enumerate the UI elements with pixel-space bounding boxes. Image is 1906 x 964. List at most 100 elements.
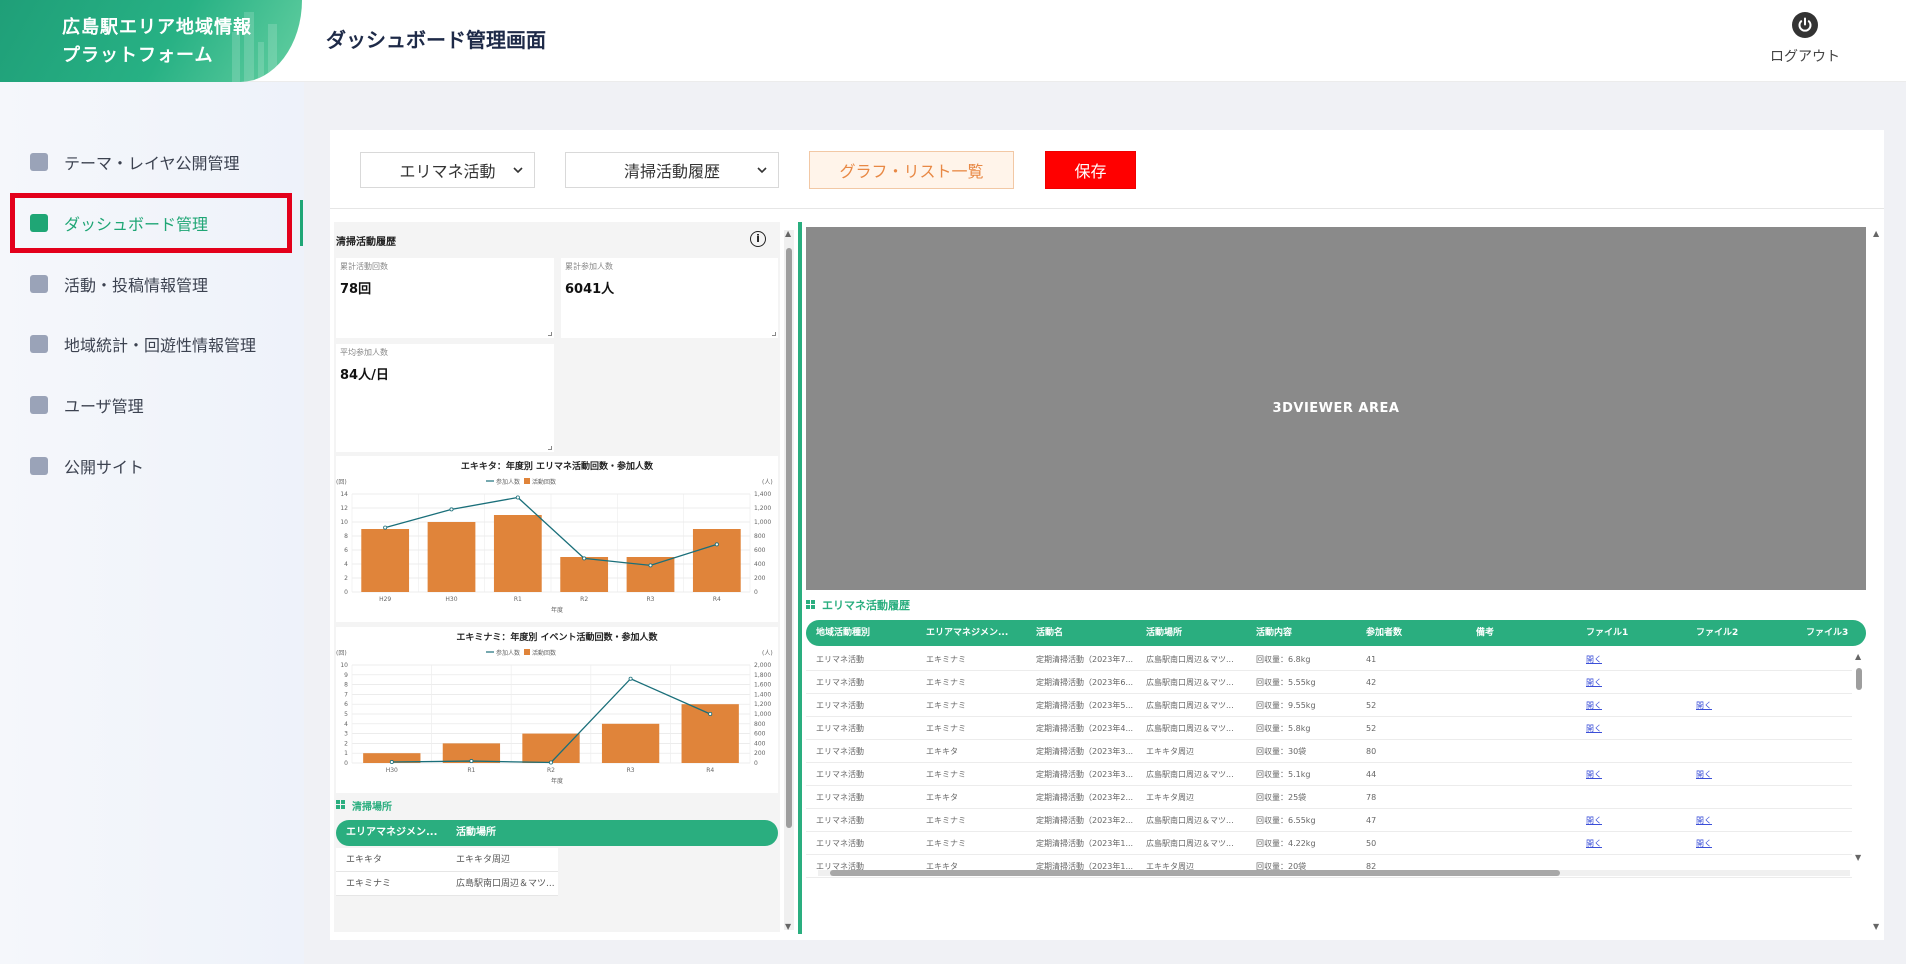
table-cell: 広島駅南口周辺＆マツ...	[1146, 678, 1234, 687]
open-file-link[interactable]: 開く	[1696, 763, 1712, 786]
left-scrollbar[interactable]	[784, 230, 794, 930]
table-cell: 広島駅南口周辺＆マツ...	[1146, 701, 1234, 710]
bar-R2	[522, 733, 580, 763]
open-file-link[interactable]: 開く	[1696, 694, 1712, 717]
open-file-link[interactable]: 開く	[1586, 694, 1602, 717]
open-file-link[interactable]: 開く	[1586, 763, 1602, 786]
column-header[interactable]: 活動場所	[1146, 620, 1182, 646]
scroll-thumb[interactable]	[830, 870, 1560, 876]
scroll-up-arrow[interactable]: ▲	[1873, 229, 1879, 238]
resize-handle[interactable]	[548, 446, 552, 450]
app-logo[interactable]: 広島駅エリア地域情報 プラットフォーム	[0, 0, 302, 82]
open-file-link[interactable]: 開く	[1586, 671, 1602, 694]
y-tick-label: 3	[344, 731, 348, 738]
table-row[interactable]: エリマネ活動 エキミナミ 定期清掃活動（2023年3... 広島駅南口周辺＆マツ...…	[806, 763, 1852, 786]
table-cell: 定期清掃活動（2023年3...	[1036, 770, 1134, 779]
table-cell: エリマネ活動	[816, 770, 864, 779]
table-row[interactable]: エリマネ活動 エキキタ 定期清掃活動（2023年2... エキキタ周辺 回収量：25袋 7…	[806, 786, 1852, 809]
open-file-link[interactable]: 開く	[1586, 648, 1602, 671]
column-header[interactable]: 活動内容	[1256, 620, 1292, 646]
table-row[interactable]: エリマネ活動 エキミナミ 定期清掃活動（2023年1... 広島駅南口周辺＆マツ...…	[806, 832, 1852, 855]
sidebar-item-activity[interactable]: 活動・投稿情報管理	[14, 258, 294, 310]
table-cell: 回収量：5.1kg	[1256, 770, 1311, 779]
table-row[interactable]: エキミナミ 広島駅南口周辺＆マツ...	[336, 872, 558, 896]
kpi-total-activities: 累計活動回数 78回	[336, 258, 554, 338]
column-header[interactable]: ファイル2	[1696, 620, 1738, 646]
table-cell: 定期清掃活動（2023年3...	[1036, 747, 1134, 756]
open-file-link[interactable]: 開く	[1586, 717, 1602, 740]
column-header[interactable]: エリアマネジメン...	[346, 820, 437, 846]
chart-ekiminami: エキミナミ：年度別 イベント活動回数・参加人数 参加人数 活動回数 (回) (人) 0 1 2…	[336, 627, 778, 793]
3d-viewer[interactable]: 3DVIEWER AREA	[806, 227, 1866, 590]
table-cell: エリマネ活動	[816, 793, 864, 802]
sidebar-item-dashboard[interactable]: ダッシュボード管理	[14, 197, 294, 249]
column-header[interactable]: 地域活動種別	[816, 620, 870, 646]
table-row[interactable]: エリマネ活動 エキミナミ 定期清掃活動（2023年6... 広島駅南口周辺＆マツ...…	[806, 671, 1852, 694]
table-cell: エリマネ活動	[816, 655, 864, 664]
table-cell: 50	[1366, 839, 1377, 848]
y-tick-label: 10	[340, 519, 348, 526]
column-header[interactable]: 備考	[1476, 620, 1494, 646]
chart-title: エキミナミ：年度別 イベント活動回数・参加人数	[456, 631, 658, 643]
point-R3	[648, 563, 653, 568]
column-header[interactable]: ファイル3	[1806, 620, 1848, 646]
scroll-down-arrow[interactable]: ▼	[785, 922, 791, 931]
open-file-link[interactable]: 開く	[1586, 832, 1602, 855]
column-header[interactable]: 活動場所	[456, 820, 496, 846]
sidebar-item-public-site[interactable]: 公開サイト	[14, 440, 294, 492]
scroll-thumb[interactable]	[1856, 668, 1862, 690]
column-header[interactable]: 活動名	[1036, 620, 1063, 646]
bar-H29	[361, 529, 410, 592]
column-header[interactable]: エリアマネジメン...	[926, 620, 1008, 646]
table-cell: 47	[1366, 816, 1377, 825]
point-R2	[582, 556, 587, 561]
legend-label: 参加人数	[496, 649, 520, 657]
column-divider[interactable]	[798, 222, 802, 934]
scroll-down-arrow[interactable]: ▼	[1855, 853, 1861, 862]
open-file-link[interactable]: 開く	[1696, 832, 1712, 855]
point-R4	[714, 542, 719, 547]
table-row[interactable]: エリマネ活動 エキミナミ 定期清掃活動（2023年4... 広島駅南口周辺＆マツ...…	[806, 717, 1852, 740]
table-row[interactable]: エリマネ活動 エキミナミ 定期清掃活動（2023年7... 広島駅南口周辺＆マツ...…	[806, 648, 1852, 671]
table-cell: 定期清掃活動（2023年5...	[1036, 701, 1134, 710]
table-scrollbar[interactable]	[1854, 650, 1864, 860]
x-tick-label: H29	[379, 596, 391, 603]
sidebar-item-theme-layer[interactable]: テーマ・レイヤ公開管理	[14, 136, 294, 188]
scroll-up-arrow[interactable]: ▲	[785, 229, 791, 238]
resize-handle[interactable]	[548, 332, 552, 336]
x-tick-label: R4	[713, 596, 721, 603]
table-horizontal-scrollbar[interactable]	[818, 870, 1850, 876]
table-cell: 回収量：5.55kg	[1256, 678, 1316, 687]
sidebar-item-users[interactable]: ユーザ管理	[14, 379, 294, 431]
table-row[interactable]: エリマネ活動 エキキタ 定期清掃活動（2023年3... エキキタ周辺 回収量：30袋 8…	[806, 740, 1852, 763]
y2-tick-label: 1,400	[754, 491, 771, 498]
category-select[interactable]: エリマネ活動	[360, 152, 535, 188]
table-cell: エリマネ活動	[816, 816, 864, 825]
resize-handle[interactable]	[772, 332, 776, 336]
table-cell: 回収量：6.55kg	[1256, 816, 1316, 825]
table-row[interactable]: エリマネ活動 エキミナミ 定期清掃活動（2023年2... 広島駅南口周辺＆マツ...…	[806, 809, 1852, 832]
scroll-down-arrow[interactable]: ▼	[1873, 922, 1879, 931]
logout-button[interactable]: ログアウト	[1760, 12, 1850, 66]
point-R1	[515, 495, 520, 500]
scroll-up-arrow[interactable]: ▲	[1855, 652, 1861, 661]
sidebar-item-statistics[interactable]: 地域統計・回遊性情報管理	[14, 318, 294, 370]
column-header[interactable]: 参加者数	[1366, 620, 1402, 646]
x-axis-label: 年度	[551, 777, 563, 785]
save-button[interactable]: 保存	[1045, 151, 1136, 189]
point-R3	[628, 676, 633, 681]
sidebar-item-label: 地域統計・回遊性情報管理	[64, 336, 257, 355]
dataset-select[interactable]: 清掃活動履歴	[565, 152, 779, 188]
y-tick-label: 5	[344, 711, 348, 718]
scroll-thumb[interactable]	[786, 248, 792, 828]
y2-axis-label: (人)	[762, 479, 773, 486]
table-row[interactable]: エリマネ活動 エキミナミ 定期清掃活動（2023年5... 広島駅南口周辺＆マツ...…	[806, 694, 1852, 717]
open-file-link[interactable]: 開く	[1586, 809, 1602, 832]
bar-R1	[493, 515, 542, 592]
graph-list-button[interactable]: グラフ・リスト一覧	[809, 151, 1014, 189]
active-indicator	[300, 200, 303, 246]
info-icon[interactable]: i	[750, 231, 766, 247]
open-file-link[interactable]: 開く	[1696, 809, 1712, 832]
column-header[interactable]: ファイル1	[1586, 620, 1628, 646]
table-row[interactable]: エキキタ エキキタ周辺	[336, 848, 558, 872]
